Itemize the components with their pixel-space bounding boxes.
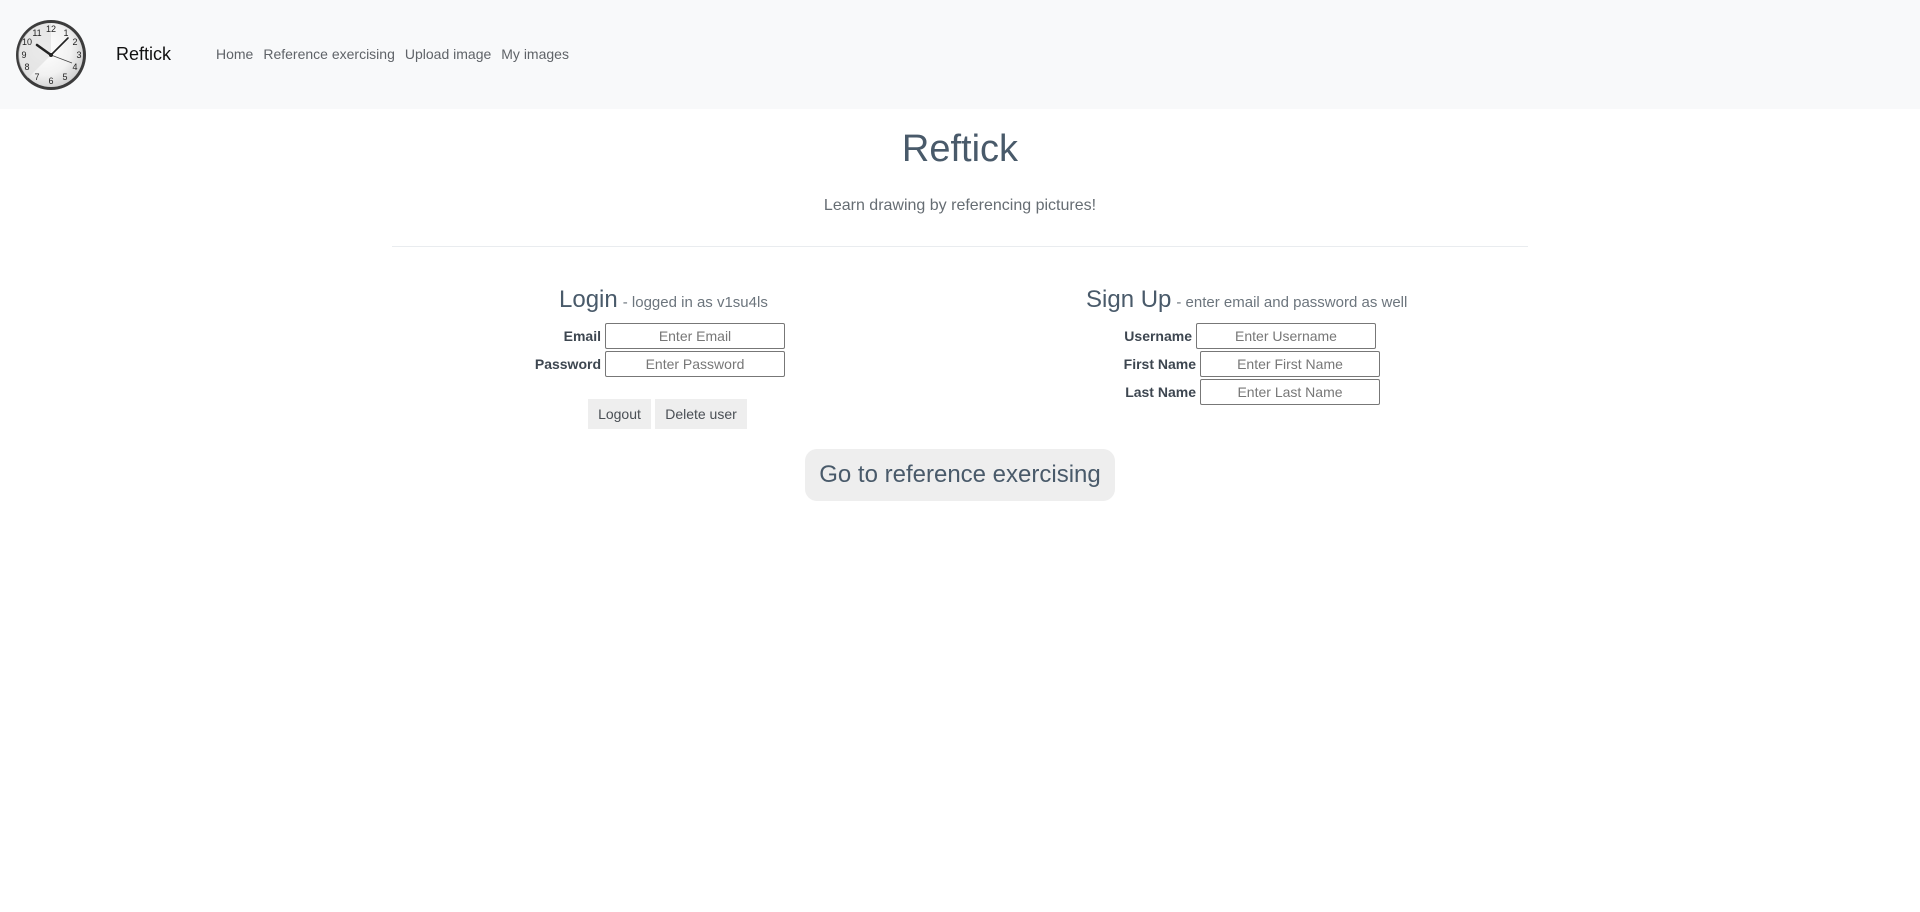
password-label: Password [534, 356, 601, 372]
delete-user-button[interactable]: Delete user [655, 399, 747, 429]
svg-text:6: 6 [48, 76, 53, 86]
brand-link[interactable]: Reftick [116, 43, 171, 65]
last-name-label: Last Name [1125, 384, 1196, 400]
svg-text:9: 9 [21, 50, 26, 60]
nav-link-upload-image[interactable]: Upload image [405, 45, 491, 63]
page-title: Reftick [901, 128, 1019, 170]
svg-text:12: 12 [46, 24, 56, 34]
first-name-label: First Name [1123, 356, 1196, 372]
first-name-field[interactable] [1200, 351, 1380, 377]
username-label: Username [1124, 328, 1192, 344]
svg-text:1: 1 [63, 28, 68, 38]
svg-text:2: 2 [72, 37, 77, 47]
login-title: Login [559, 286, 618, 313]
nav-links: Home Reference exercising Upload image M… [216, 45, 569, 63]
svg-text:10: 10 [22, 37, 32, 47]
svg-text:8: 8 [24, 62, 29, 72]
svg-text:3: 3 [76, 50, 81, 60]
signup-heading: Sign Up - enter email and password as wel… [1086, 286, 1407, 317]
clock-icon: 12 1 2 3 4 5 6 7 8 9 10 11 [16, 20, 86, 90]
email-label: Email [563, 328, 601, 344]
logo-link[interactable]: 12 1 2 3 4 5 6 7 8 9 10 11 [14, 18, 88, 92]
last-name-field[interactable] [1200, 379, 1380, 405]
nav-link-reference-exercising[interactable]: Reference exercising [263, 45, 395, 63]
go-to-reference-exercising-button[interactable]: Go to reference exercising [805, 449, 1115, 501]
svg-text:7: 7 [34, 72, 39, 82]
password-field[interactable] [605, 351, 785, 377]
username-field[interactable] [1196, 323, 1376, 349]
signup-title: Sign Up [1086, 286, 1172, 313]
email-field[interactable] [605, 323, 785, 349]
divider [392, 246, 1528, 247]
nav-link-home[interactable]: Home [216, 45, 253, 63]
svg-text:11: 11 [32, 28, 41, 38]
nav-link-my-images[interactable]: My images [501, 45, 569, 63]
logout-button[interactable]: Logout [588, 399, 651, 429]
navbar: 12 1 2 3 4 5 6 7 8 9 10 11 Reftick Home … [0, 0, 1920, 109]
signup-hint: - enter email and password as well [1176, 294, 1408, 311]
login-status: - logged in as v1su4ls [622, 294, 768, 311]
page-subtitle: Learn drawing by referencing pictures! [823, 197, 1097, 214]
svg-text:4: 4 [72, 62, 77, 72]
svg-text:5: 5 [62, 72, 67, 82]
login-heading: Login - logged in as v1su4ls [559, 286, 768, 317]
